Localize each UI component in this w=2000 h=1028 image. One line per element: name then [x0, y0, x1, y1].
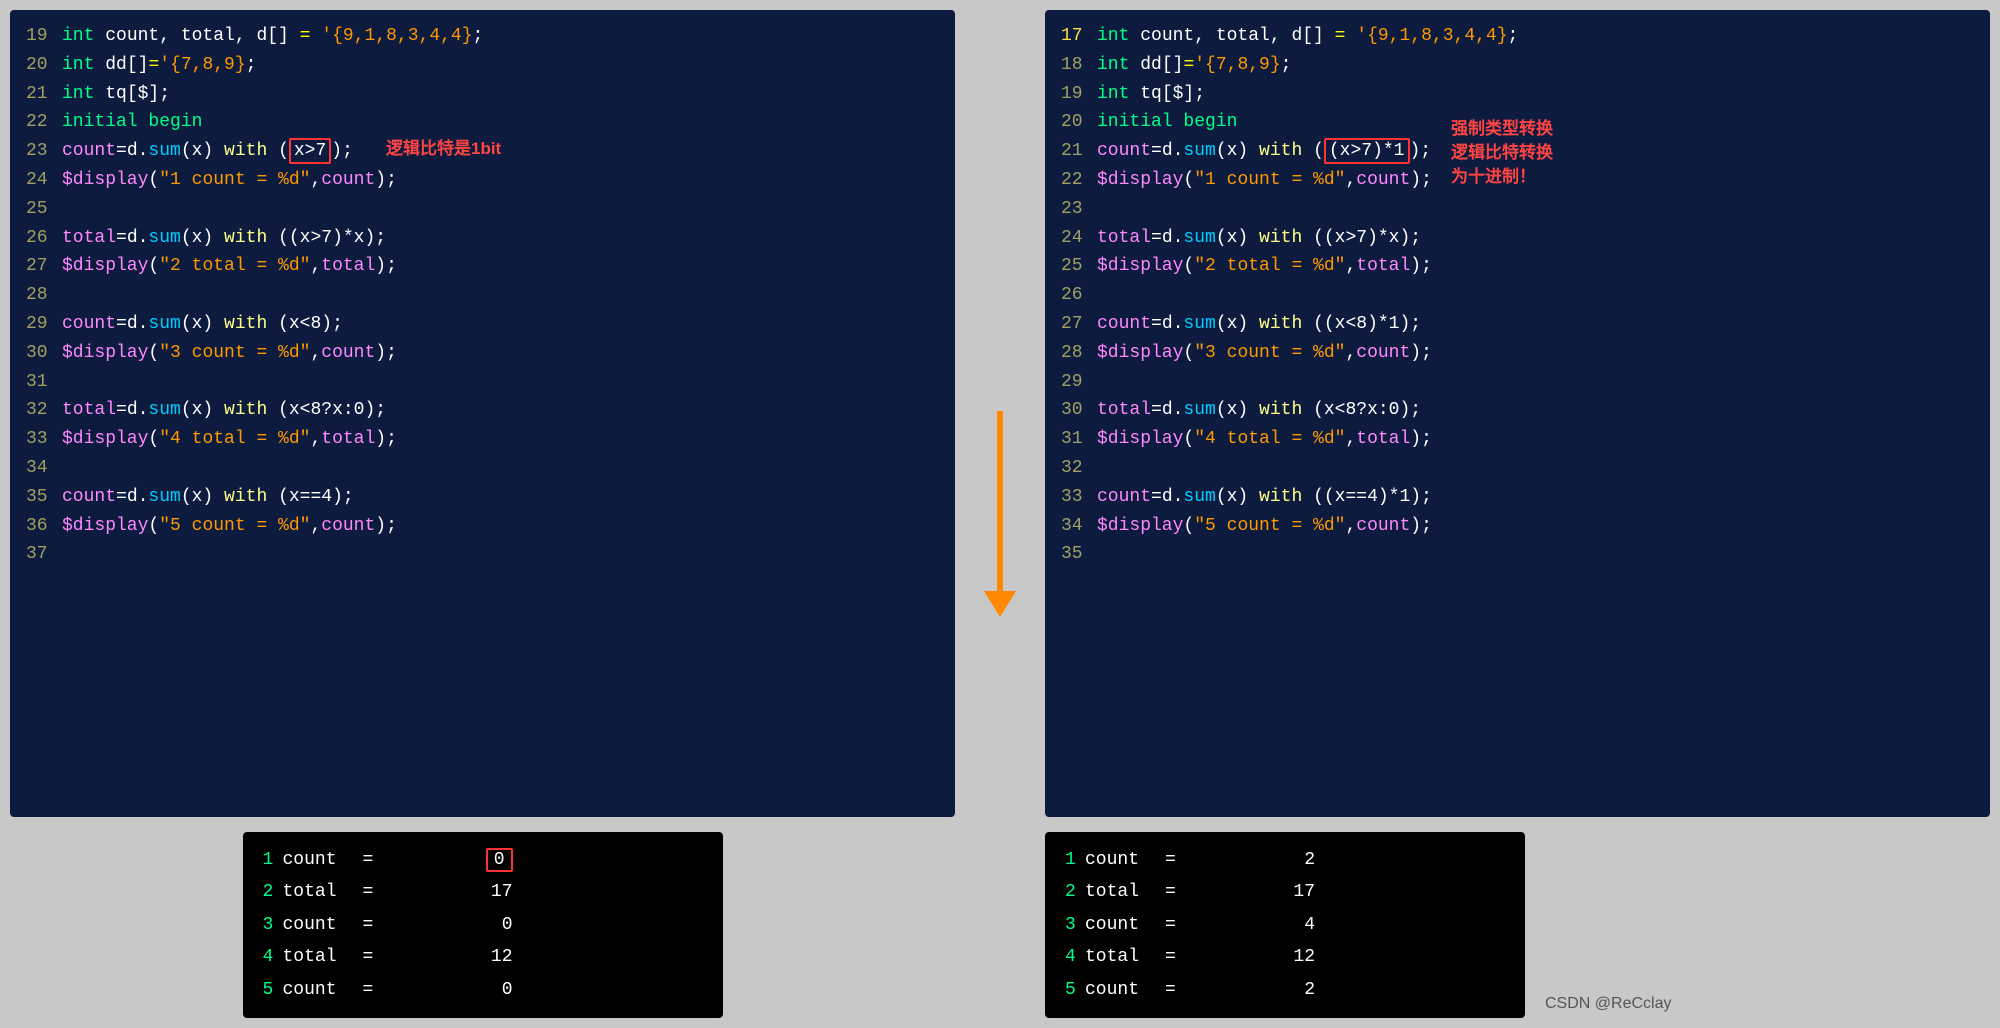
arrow-line [997, 411, 1003, 591]
r-code-line-26: 26 [1061, 281, 1974, 310]
output-line-4-right: 4 total = 12 [1065, 941, 1505, 973]
code-line-35: 35 count=d.sum(x) with (x==4); [26, 483, 939, 512]
output-line-2-right: 2 total = 17 [1065, 876, 1505, 908]
r-code-line-32: 32 [1061, 454, 1974, 483]
r-code-line-21: 21 count=d.sum(x) with ((x>7)*1); 强制类型转换… [1061, 137, 1974, 166]
left-output-block: 1 count = 0 2 total = 17 [243, 832, 723, 1018]
left-output-area: 1 count = 0 2 total = 17 [10, 832, 955, 1018]
right-code-block: 17 int count, total, d[] = '{9,1,8,3,4,4… [1045, 10, 1990, 817]
r-code-line-23: 23 [1061, 195, 1974, 224]
right-output-block: 1 count = 2 2 total = 17 3 [1045, 832, 1525, 1018]
right-output-area: 1 count = 2 2 total = 17 3 [1045, 832, 1990, 1018]
code-line-26: 26 total=d.sum(x) with ((x>7)*x); [26, 224, 939, 253]
r-code-line-19: 19 int tq[$]; [1061, 80, 1974, 109]
code-line-22: 22 initial begin [26, 108, 939, 137]
output-val-1-highlighted: 0 [486, 848, 513, 872]
r-code-line-17: 17 int count, total, d[] = '{9,1,8,3,4,4… [1061, 22, 1974, 51]
code-line-32: 32 total=d.sum(x) with (x<8?x:0); [26, 396, 939, 425]
code-line-27: 27 $display("2 total = %d",total); [26, 252, 939, 281]
code-line-25: 25 [26, 195, 939, 224]
r-code-line-34: 34 $display("5 count = %d",count); [1061, 512, 1974, 541]
code-line-30: 30 $display("3 count = %d",count); [26, 339, 939, 368]
output-line-4-left: 4 total = 12 [263, 941, 703, 973]
code-line-23: 23 count=d.sum(x) with (x>7); 逻辑比特是1bit [26, 137, 939, 166]
r-code-line-35: 35 [1061, 540, 1974, 569]
right-code-panel: 17 int count, total, d[] = '{9,1,8,3,4,4… [1045, 10, 1990, 817]
output-line-3-left: 3 count = 0 [263, 909, 703, 941]
annotation-left: 逻辑比特是1bit [386, 135, 501, 162]
r-code-line-27: 27 count=d.sum(x) with ((x<8)*1); [1061, 310, 1974, 339]
code-line-36: 36 $display("5 count = %d",count); [26, 512, 939, 541]
highlight-x7-right: (x>7)*1 [1324, 138, 1410, 164]
arrow-head [984, 591, 1016, 617]
r-code-line-29: 29 [1061, 368, 1974, 397]
code-line-20: 20 int dd[]='{7,8,9}; [26, 51, 939, 80]
r-code-line-33: 33 count=d.sum(x) with ((x==4)*1); [1061, 483, 1974, 512]
r-code-line-28: 28 $display("3 count = %d",count); [1061, 339, 1974, 368]
arrow-separator [970, 10, 1030, 817]
left-code-panel: 19 int count, total, d[] = '{9,1,8,3,4,4… [10, 10, 955, 817]
r-code-line-18: 18 int dd[]='{7,8,9}; [1061, 51, 1974, 80]
code-line-28: 28 [26, 281, 939, 310]
code-line-31: 31 [26, 368, 939, 397]
r-code-line-25: 25 $display("2 total = %d",total); [1061, 252, 1974, 281]
output-line-1-left: 1 count = 0 [263, 844, 703, 876]
output-line-3-right: 3 count = 4 [1065, 909, 1505, 941]
output-line-5-right: 5 count = 2 [1065, 974, 1505, 1006]
watermark: CSDN @ReCclay [1545, 995, 1671, 1018]
code-line-24: 24 $display("1 count = %d",count); [26, 166, 939, 195]
code-line-29: 29 count=d.sum(x) with (x<8); [26, 310, 939, 339]
left-code-block: 19 int count, total, d[] = '{9,1,8,3,4,4… [10, 10, 955, 817]
r-code-line-24: 24 total=d.sum(x) with ((x>7)*x); [1061, 224, 1974, 253]
code-line-34: 34 [26, 454, 939, 483]
code-line-21: 21 int tq[$]; [26, 80, 939, 109]
r-code-line-30: 30 total=d.sum(x) with (x<8?x:0); [1061, 396, 1974, 425]
code-line-37: 37 [26, 540, 939, 569]
output-line-5-left: 5 count = 0 [263, 974, 703, 1006]
highlight-x7-left: x>7 [289, 138, 331, 164]
main-container: 19 int count, total, d[] = '{9,1,8,3,4,4… [0, 0, 2000, 1028]
code-line-19: 19 int count, total, d[] = '{9,1,8,3,4,4… [26, 22, 939, 51]
output-line-1-right: 1 count = 2 [1065, 844, 1505, 876]
code-line-33: 33 $display("4 total = %d",total); [26, 425, 939, 454]
output-line-2-left: 2 total = 17 [263, 876, 703, 908]
annotation-right: 强制类型转换逻辑比特转换为十进制！ [1451, 117, 1553, 188]
r-code-line-31: 31 $display("4 total = %d",total); [1061, 425, 1974, 454]
